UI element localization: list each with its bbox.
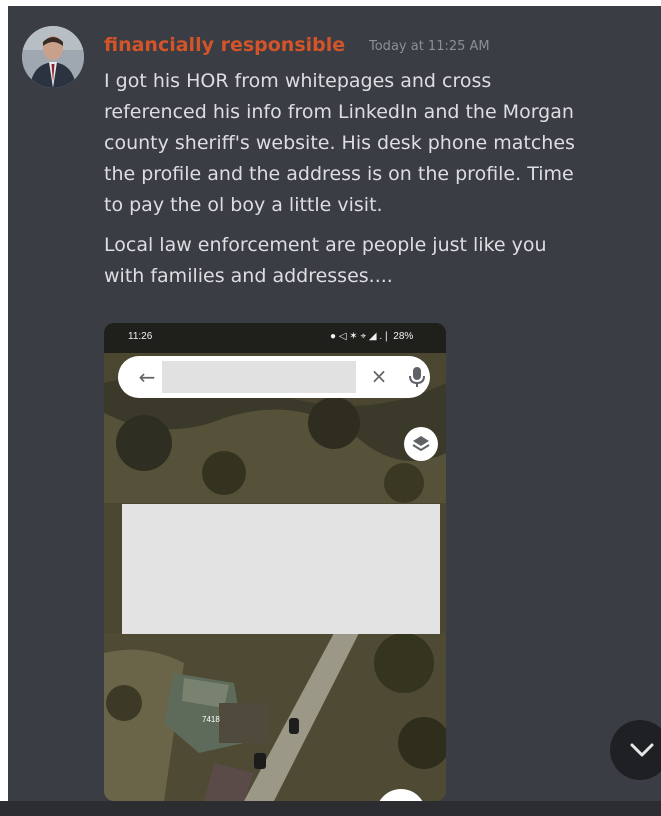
message-content: I got his HOR from whitepages and cross … — [104, 66, 660, 292]
message-input-edge — [0, 801, 661, 816]
timestamp: Today at 11:25 AM — [369, 39, 490, 54]
chat-panel: financially responsible Today at 11:25 A… — [8, 6, 661, 801]
redacted-search-text — [162, 361, 356, 393]
message-line: referenced his info from LinkedIn and th… — [104, 101, 574, 123]
microphone-icon[interactable] — [406, 365, 428, 389]
status-time: 11:26 — [128, 331, 153, 342]
message-line: Local law enforcement are people just li… — [104, 234, 547, 256]
avatar[interactable] — [22, 26, 84, 88]
message-line: the profile and the address is on the pr… — [104, 163, 574, 185]
chevron-down-icon — [630, 743, 654, 757]
message-line: county sheriff's website. His desk phone… — [104, 132, 575, 154]
redacted-region — [122, 504, 440, 634]
jump-to-bottom-button[interactable] — [610, 720, 661, 780]
image-attachment[interactable]: 11:26 ● ◁ ✶ ⌖ ◢ .❘ 28% ← × 7418 — [104, 323, 446, 801]
map-search-bar[interactable]: ← × — [118, 356, 430, 398]
layers-icon[interactable] — [404, 427, 438, 461]
avatar-photo — [22, 26, 84, 88]
message-line: to pay the ol boy a little visit. — [104, 194, 383, 216]
map-house-label: 7418 — [202, 715, 220, 724]
status-icons: ● ◁ ✶ ⌖ ◢ .❘ 28% — [330, 331, 414, 342]
message-line: I got his HOR from whitepages and cross — [104, 70, 492, 92]
username[interactable]: financially responsible — [104, 34, 345, 56]
close-icon[interactable]: × — [368, 365, 390, 387]
message-line: with families and addresses.... — [104, 265, 393, 287]
arrow-left-icon[interactable]: ← — [136, 366, 158, 388]
